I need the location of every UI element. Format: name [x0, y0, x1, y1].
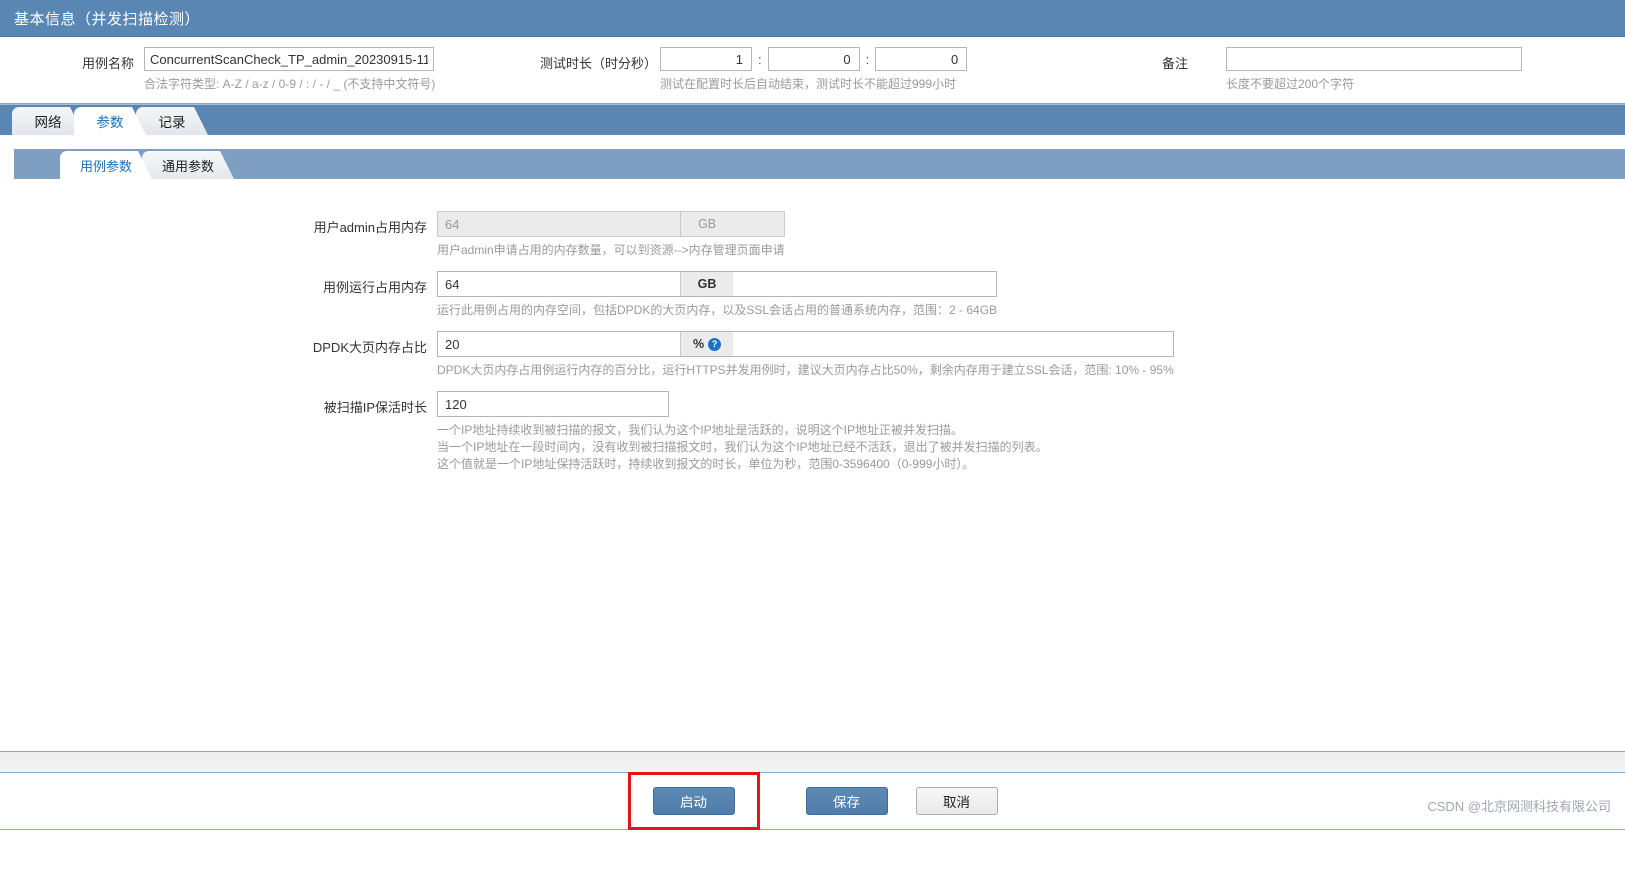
case-memory-label: 用例运行占用内存: [322, 280, 427, 295]
duration-label: 测试时长（时分秒）: [540, 56, 658, 71]
dpdk-ratio-hint: DPDK大页内存占用例运行内存的百分比，运行HTTPS并发用例时，建议大页内存占…: [437, 363, 1174, 377]
duration-seconds-input[interactable]: [875, 47, 968, 71]
ip-keepalive-hint-line-3: 这个值就是一个IP地址保持活跃时，持续收到报文的时长，单位为秒，范围0-3596…: [437, 457, 975, 471]
ip-keepalive-row: 被扫描IP保活时长 一个IP地址持续收到被扫描的报文，我们认为这个IP地址是活跃…: [295, 391, 1625, 473]
remark-hint: 长度不要超过200个字符: [1226, 77, 1355, 91]
start-button[interactable]: 启动: [652, 787, 735, 815]
case-memory-input-group: GB: [437, 271, 998, 297]
bottom-fill: [0, 830, 1625, 872]
case-memory-input[interactable]: [438, 272, 680, 296]
case-memory-hint: 运行此用例占用的内存空间，包括DPDK的大页内存，以及SSL会话占用的普通系统内…: [437, 303, 998, 317]
dpdk-ratio-input[interactable]: [438, 332, 680, 356]
tab-network[interactable]: 网络: [12, 107, 84, 135]
duration-separator-1: :: [758, 51, 762, 67]
dpdk-ratio-unit: %: [692, 337, 705, 351]
ip-keepalive-hint-line-1: 一个IP地址持续收到被扫描的报文，我们认为这个IP地址是活跃的，说明这个IP地址…: [437, 423, 964, 437]
cancel-button[interactable]: 取消: [915, 787, 998, 815]
case-name-label: 用例名称: [81, 56, 134, 71]
tab-common-parameters[interactable]: 通用参数: [142, 151, 234, 179]
tab-case-parameters-label: 用例参数: [80, 158, 133, 174]
dpdk-ratio-unit-group: % ?: [680, 332, 733, 356]
watermark: CSDN @北京网测科技有限公司: [1427, 799, 1611, 814]
tab-network-label: 网络: [34, 115, 62, 130]
user-memory-input: [438, 212, 680, 236]
duration-hint: 测试在配置时长后自动结束，测试时长不能超过999小时: [660, 77, 957, 91]
case-memory-row: 用例运行占用内存 GB 运行此用例占用的内存空间，包括DPDK的大页内存，以及S…: [295, 271, 1625, 319]
dpdk-ratio-input-group: % ?: [437, 331, 1174, 357]
footer-actions: 启动 保存 取消 CSDN @北京网测科技有限公司: [0, 772, 1625, 830]
start-button-highlight: 启动: [627, 772, 760, 830]
duration-minutes-input[interactable]: [767, 47, 860, 71]
case-name-hint: 合法字符类型: A-Z / a-z / 0-9 / : / - / _ (不支持…: [144, 77, 436, 91]
user-memory-input-group: GB: [437, 211, 785, 237]
remark-field-group: 备注 长度不要超过200个字符: [1148, 47, 1522, 92]
ip-keepalive-hint-line-2: 当一个IP地址在一段时间内，没有收到被扫描报文时，我们认为这个IP地址已经不活跃…: [437, 440, 1048, 454]
user-memory-label: 用户admin占用内存: [313, 220, 427, 235]
dpdk-ratio-row: DPDK大页内存占比 % ? DPDK大页内存占用例运行内存的百分比，运行HTT…: [295, 331, 1625, 379]
case-memory-unit: GB: [680, 272, 733, 296]
dpdk-ratio-label: DPDK大页内存占比: [312, 340, 427, 355]
tab-records[interactable]: 记录: [136, 107, 208, 135]
question-mark-icon[interactable]: ?: [708, 337, 722, 351]
remark-label: 备注: [1161, 56, 1188, 71]
case-name-field-group: 用例名称 合法字符类型: A-Z / a-z / 0-9 / : / - / _…: [72, 47, 435, 92]
footer-separator: [0, 751, 1625, 773]
basic-info-panel: 基本信息（并发扫描检测） 用例名称 合法字符类型: A-Z / a-z / 0-…: [0, 0, 1625, 105]
panel-title: 基本信息（并发扫描检测）: [0, 0, 1625, 37]
secondary-tab-bar-wrap: 用例参数 通用参数: [0, 135, 1625, 179]
save-button[interactable]: 保存: [805, 787, 888, 815]
case-name-input[interactable]: [144, 47, 434, 71]
remark-input[interactable]: [1226, 47, 1522, 71]
user-memory-hint: 用户admin申请占用的内存数量，可以到资源-->内存管理页面申请: [437, 243, 785, 257]
primary-tab-bar: 网络 参数 记录: [0, 105, 1625, 135]
tab-records-label: 记录: [158, 115, 186, 130]
ip-keepalive-input[interactable]: [437, 391, 669, 417]
basic-info-body: 用例名称 合法字符类型: A-Z / a-z / 0-9 / : / - / _…: [0, 37, 1625, 104]
tab-parameters[interactable]: 参数: [74, 107, 146, 135]
tab-common-parameters-label: 通用参数: [162, 158, 215, 174]
tab-case-parameters[interactable]: 用例参数: [60, 151, 152, 179]
duration-hours-input[interactable]: [660, 47, 752, 71]
tab-parameters-label: 参数: [96, 115, 124, 130]
duration-separator-2: :: [865, 51, 870, 67]
parameters-form: 用户admin占用内存 GB 用户admin申请占用的内存数量，可以到资源-->…: [0, 211, 1625, 751]
secondary-tab-bar: 用例参数 通用参数: [14, 149, 1625, 179]
user-memory-unit: GB: [680, 212, 733, 236]
ip-keepalive-label: 被扫描IP保活时长: [323, 400, 427, 415]
duration-field-group: 测试时长（时分秒） : : 测试在配置时长后自动结束，测试时长不能超过999小时: [540, 47, 968, 92]
user-memory-row: 用户admin占用内存 GB 用户admin申请占用的内存数量，可以到资源-->…: [295, 211, 1625, 259]
